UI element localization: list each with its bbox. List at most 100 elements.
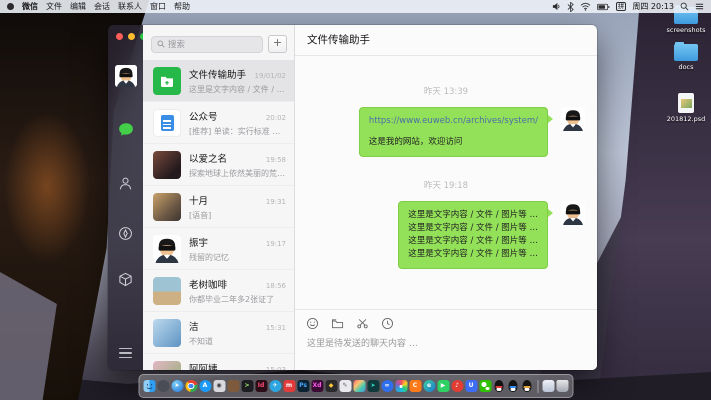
conversation-panel: 文件传输助手 昨天 13:39 https://www.euweb.cn/arc… <box>295 25 597 370</box>
dock-finder-icon[interactable] <box>143 380 155 392</box>
nav-files-tab[interactable] <box>108 272 143 287</box>
dock-red-m-app-icon[interactable]: m <box>283 380 295 392</box>
dock-blue-badge-app-icon[interactable]: ∞ <box>381 380 393 392</box>
contacts-icon <box>118 176 133 191</box>
notification-center-icon[interactable] <box>695 2 704 11</box>
photo-avatar <box>153 319 181 347</box>
chat-list-item-3[interactable]: 十月 19:31 [语音] <box>143 186 294 228</box>
search-input[interactable]: 搜索 <box>151 36 263 53</box>
conversation-title: 文件传输助手 <box>307 25 370 55</box>
message-avatar[interactable] <box>561 201 585 225</box>
dock-qq-intl-icon[interactable] <box>521 380 533 392</box>
dock-glyph: C <box>413 383 417 389</box>
chat-history-clock-icon[interactable] <box>380 316 394 330</box>
input-method-badge[interactable]: 拼 <box>616 2 627 11</box>
dock-pixelmator-icon[interactable] <box>353 380 365 392</box>
chat-list-item-5[interactable]: 老树咖啡 18:56 你都毕业二年多2张证了 <box>143 270 294 312</box>
chat-item-main: 洁 15:31 不知道 <box>189 319 286 353</box>
dock-trash-icon[interactable] <box>556 380 568 392</box>
dock-indesign-icon[interactable]: Id <box>255 380 267 392</box>
screenshot-scissors-icon[interactable] <box>355 316 369 330</box>
dock-chrome-icon[interactable] <box>185 380 197 392</box>
dock-gray-app-icon[interactable] <box>157 380 169 392</box>
chat-list-item-0[interactable]: 文件传输助手 19/01/02 这里是文字内容 / 文件 / 图片等… <box>143 60 294 102</box>
file-transfer-avatar-icon <box>153 67 181 95</box>
dock-glyph: Xd <box>313 383 322 389</box>
dock-glyph: ➤ <box>370 383 375 389</box>
chat-list-item-4[interactable]: 振宇 19:17 残留的记忆 <box>143 228 294 270</box>
message-avatar[interactable] <box>561 107 585 131</box>
message-bubble[interactable]: 这里是文字内容 / 文件 / 图片等 … 这里是文字内容 / 文件 / 图片等 …… <box>398 201 548 269</box>
dock-downloads-folder-icon[interactable] <box>542 380 554 392</box>
dock-orange-app-icon[interactable]: C <box>409 380 421 392</box>
spotlight-search-icon[interactable] <box>680 2 689 11</box>
menu-6[interactable]: 帮助 <box>174 1 190 12</box>
dock-tim-icon[interactable] <box>507 380 519 392</box>
dock-brown-app-icon[interactable] <box>227 380 239 392</box>
nav-contacts-tab[interactable] <box>108 176 143 191</box>
dock-play-app-icon[interactable]: ▶ <box>437 380 449 392</box>
dock-glyph: e <box>427 383 431 389</box>
bubble-tail <box>548 209 557 217</box>
emoji-icon[interactable] <box>305 316 319 330</box>
menu-3[interactable]: 会话 <box>94 1 110 12</box>
send-file-icon[interactable] <box>330 316 344 330</box>
close-button[interactable] <box>116 33 123 40</box>
nav-more-menu[interactable] <box>108 348 143 359</box>
apple-menu-icon[interactable] <box>7 3 14 10</box>
dock-wechat-icon[interactable] <box>479 380 491 392</box>
dock-sketch-icon[interactable]: ◆ <box>325 380 337 392</box>
dock-youdao-icon[interactable]: U <box>465 380 477 392</box>
nav-chats-tab[interactable] <box>108 122 143 138</box>
message-input[interactable]: 这里是待发送的聊天内容 … <box>307 336 597 349</box>
bluetooth-icon[interactable] <box>567 2 574 12</box>
message-link[interactable]: https://www.euweb.cn/archives/system/ <box>369 115 538 128</box>
menu-4[interactable]: 联系人 <box>118 1 142 12</box>
dock-telegram-icon[interactable]: ✈ <box>269 380 281 392</box>
chat-time: 18:56 <box>266 282 286 290</box>
message-text: 这里是文字内容 / 文件 / 图片等 … <box>408 248 538 261</box>
desktop-icon-1[interactable]: docs <box>663 44 709 71</box>
menu-2[interactable]: 编辑 <box>70 1 86 12</box>
chat-name: 以爱之名 <box>189 151 227 165</box>
dock-photoshop-icon[interactable]: Ps <box>297 380 309 392</box>
battery-icon[interactable] <box>597 3 610 11</box>
chat-item-main: 阿阿姨 15:03 知道了 <box>189 361 286 370</box>
nav-sidebar <box>108 25 143 370</box>
nav-discover-tab[interactable] <box>108 226 143 241</box>
dock-terminal-icon[interactable]: > <box>241 380 253 392</box>
chat-list-item-7[interactable]: 阿阿姨 15:03 知道了 <box>143 354 294 370</box>
menu-bar: 微信文件编辑会话联系人窗口帮助 拼 周四 20:13 <box>0 0 711 13</box>
add-chat-button[interactable]: + <box>268 35 287 53</box>
menubar-clock[interactable]: 周四 20:13 <box>632 1 674 12</box>
dock-camera-app-icon[interactable]: ◉ <box>213 380 225 392</box>
dock-safari-icon[interactable]: ➤ <box>171 380 183 392</box>
user-avatar[interactable] <box>108 65 143 87</box>
message-text: 这里是文字内容 / 文件 / 图片等 … <box>408 222 538 235</box>
wifi-icon[interactable] <box>580 2 591 11</box>
dock-music-app-icon[interactable]: ♪ <box>451 380 463 392</box>
chat-list-item-2[interactable]: 以爱之名 19:58 探索地球上依然美丽的荒野与… <box>143 144 294 186</box>
minimize-button[interactable] <box>128 33 135 40</box>
dock-app-store-icon[interactable]: A <box>199 380 211 392</box>
chat-list-item-1[interactable]: 公众号 20:02 [推荐] 单读：实行标准 释放空… <box>143 102 294 144</box>
dock-qq-icon[interactable] <box>493 380 505 392</box>
menu-0[interactable]: 微信 <box>22 1 38 12</box>
dock-notes-app-icon[interactable]: ✎ <box>339 380 351 392</box>
menu-1[interactable]: 文件 <box>46 1 62 12</box>
menu-5[interactable]: 窗口 <box>150 1 166 12</box>
chat-name: 洁 <box>189 319 199 333</box>
message-bubble[interactable]: https://www.euweb.cn/archives/system/这是我… <box>359 107 548 157</box>
dock-edge-app-icon[interactable]: e <box>423 380 435 392</box>
desktop-icon-2[interactable]: 201812.psd <box>663 93 709 123</box>
desktop-icon-label: screenshots <box>666 26 705 34</box>
dock-adobe-xd-icon[interactable]: Xd <box>311 380 323 392</box>
folder-icon <box>674 44 698 61</box>
chat-time: 19:17 <box>266 240 286 248</box>
dock-photos-icon[interactable] <box>395 380 407 392</box>
dock-teal-app-icon[interactable]: ➤ <box>367 380 379 392</box>
volume-icon[interactable] <box>552 2 561 11</box>
chat-list-item-6[interactable]: 洁 15:31 不知道 <box>143 312 294 354</box>
chat-item-main: 以爱之名 19:58 探索地球上依然美丽的荒野与… <box>189 151 286 185</box>
bubble-tail <box>548 115 557 123</box>
